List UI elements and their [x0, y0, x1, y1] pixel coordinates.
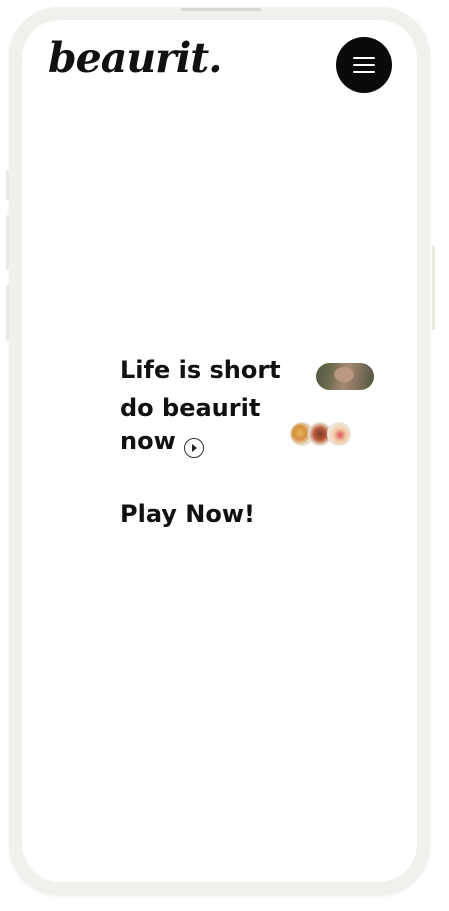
hero-headline-line-3: now — [120, 427, 176, 455]
app-screen: beaurit. Life is short do beaurit now Pl… — [22, 20, 417, 882]
hero-headline-line-1: Life is short — [120, 356, 281, 384]
brand-logo[interactable]: beaurit. — [48, 38, 223, 79]
device-side-button — [6, 215, 9, 270]
device-speaker — [181, 8, 261, 11]
device-side-button — [6, 285, 9, 340]
food-photo-thumbnail — [327, 422, 351, 446]
hero-headline-line-2: do beaurit — [120, 394, 261, 422]
device-power-button — [432, 245, 435, 330]
menu-button[interactable] — [336, 37, 392, 93]
hero-photo-pill — [316, 363, 374, 390]
device-side-button — [6, 170, 9, 200]
play-circle-icon[interactable] — [184, 438, 204, 458]
play-now-button[interactable]: Play Now! — [120, 502, 255, 526]
